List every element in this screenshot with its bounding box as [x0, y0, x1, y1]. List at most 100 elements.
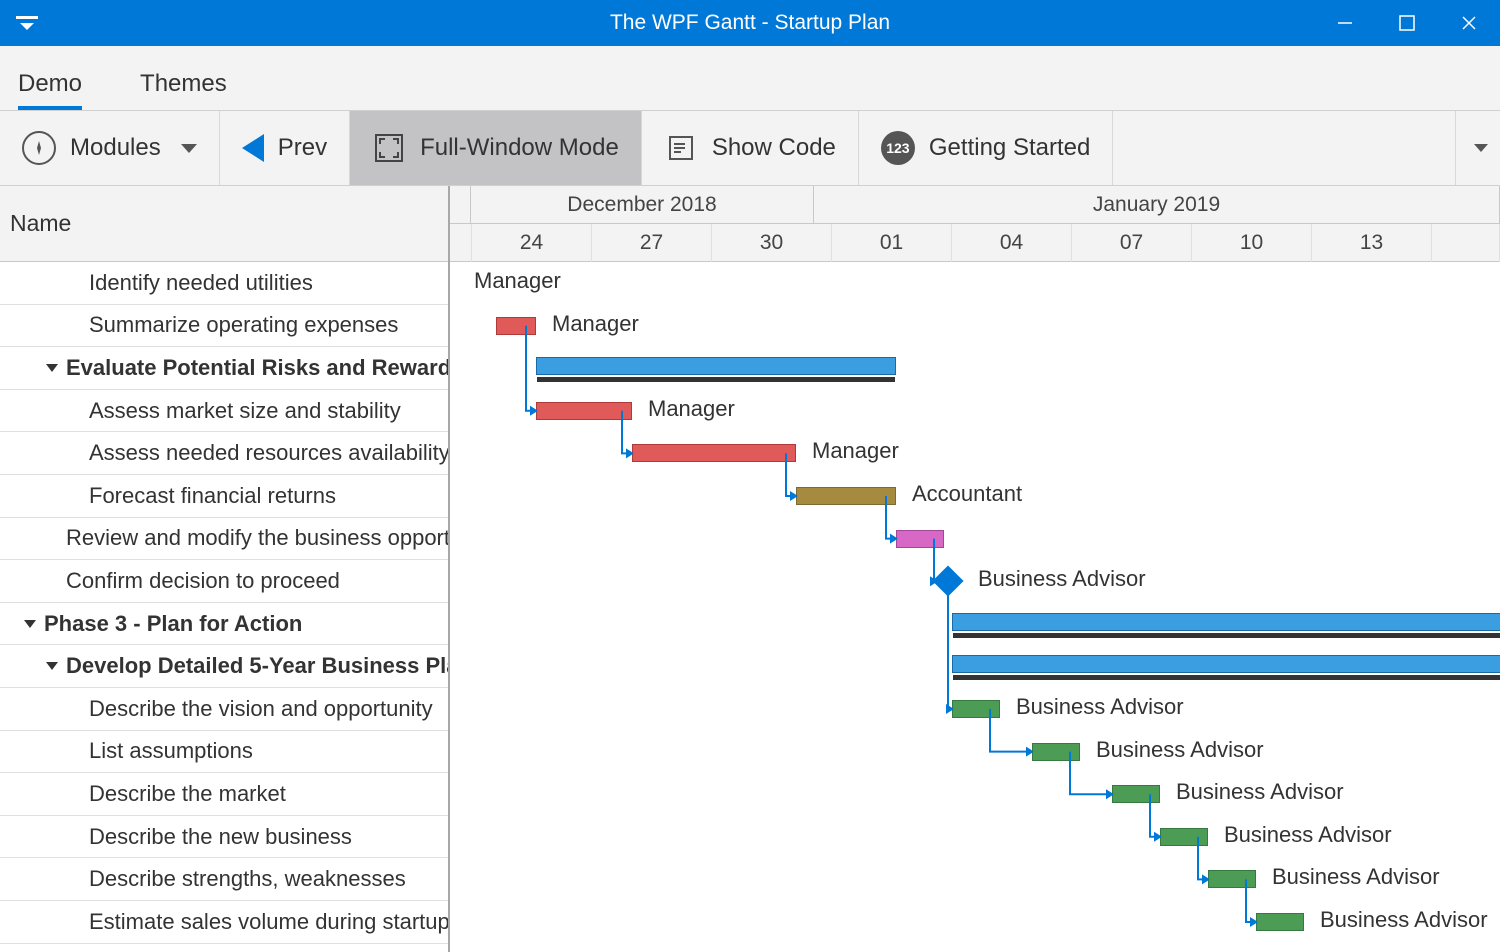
expand-icon[interactable]	[46, 364, 58, 372]
task-row[interactable]: Confirm decision to proceed	[0, 560, 448, 603]
task-name: Describe the new business	[89, 824, 352, 850]
timeline-day: 27	[592, 224, 712, 262]
gantt-bar[interactable]	[1256, 913, 1304, 931]
resource-label: Manager	[552, 311, 639, 337]
task-name: Assess market size and stability	[89, 398, 401, 424]
task-row[interactable]: Assess needed resources availability	[0, 432, 448, 475]
task-name: Forecast financial returns	[89, 483, 336, 509]
resource-label: Business Advisor	[1096, 737, 1264, 763]
task-name: Review and modify the business opportuni…	[66, 525, 448, 551]
gantt-chart[interactable]: December 2018January 2019 24273001040710…	[450, 186, 1500, 952]
gantt-row	[450, 645, 1500, 688]
fullscreen-icon	[372, 131, 406, 165]
resource-label: Business Advisor	[1176, 779, 1344, 805]
triangle-left-icon	[242, 134, 264, 162]
task-name: Summarize operating expenses	[89, 312, 398, 338]
timeline-day: 01	[832, 224, 952, 262]
summary-bar[interactable]	[952, 613, 1500, 631]
prev-label: Prev	[278, 134, 327, 162]
task-name: Phase 3 - Plan for Action	[44, 611, 302, 637]
gantt-row: Business Advisor	[450, 816, 1500, 859]
gantt-row: Business Advisor	[450, 773, 1500, 816]
task-row[interactable]: Estimate sales volume during startup	[0, 901, 448, 944]
gantt-bar[interactable]	[896, 530, 944, 548]
chevron-down-icon	[1474, 144, 1488, 152]
task-name: Evaluate Potential Risks and Rewards	[66, 355, 448, 381]
toolbar-overflow[interactable]	[1455, 111, 1500, 185]
close-button[interactable]	[1438, 0, 1500, 46]
tab-demo[interactable]: Demo	[18, 70, 82, 110]
grid-column-header[interactable]: Name	[0, 186, 448, 262]
getting-started-button[interactable]: 123 Getting Started	[859, 111, 1113, 185]
task-row[interactable]: Describe the vision and opportunity	[0, 688, 448, 731]
dropdown-icon	[16, 16, 38, 30]
gantt-row: Manager	[450, 432, 1500, 475]
task-row[interactable]: Evaluate Potential Risks and Rewards	[0, 347, 448, 390]
titlebar: The WPF Gantt - Startup Plan	[0, 0, 1500, 46]
gantt-row: Manager	[450, 390, 1500, 433]
compass-icon	[22, 131, 56, 165]
gantt-row	[450, 347, 1500, 390]
toolbar: Modules Prev Full-Window Mode Show Code …	[0, 111, 1500, 186]
resource-label: Business Advisor	[978, 566, 1146, 592]
gantt-bar[interactable]	[632, 444, 796, 462]
summary-bar[interactable]	[536, 357, 896, 375]
task-name: List assumptions	[89, 738, 253, 764]
task-row[interactable]: Assess market size and stability	[0, 390, 448, 433]
gantt-bar[interactable]	[952, 700, 1000, 718]
task-name: Develop Detailed 5-Year Business Plan	[66, 653, 448, 679]
task-row[interactable]: Summarize operating expenses	[0, 305, 448, 348]
gantt-bar[interactable]	[1032, 743, 1080, 761]
full-window-label: Full-Window Mode	[420, 134, 619, 162]
minimize-button[interactable]	[1314, 0, 1376, 46]
task-grid: Name Identify needed utilities Summarize …	[0, 186, 450, 952]
gantt-row: Manager	[450, 305, 1500, 348]
task-row[interactable]: Describe strengths, weaknesses	[0, 858, 448, 901]
modules-dropdown[interactable]: Modules	[0, 111, 220, 185]
gantt-row	[450, 603, 1500, 646]
gantt-bar[interactable]	[1208, 870, 1256, 888]
timeline-month: January 2019	[814, 186, 1500, 223]
getting-started-label: Getting Started	[929, 134, 1090, 162]
task-row[interactable]: Describe the market	[0, 773, 448, 816]
show-code-label: Show Code	[712, 134, 836, 162]
code-icon	[664, 131, 698, 165]
tab-themes[interactable]: Themes	[140, 70, 227, 110]
expand-icon[interactable]	[24, 620, 36, 628]
task-row[interactable]: Identify needed utilities	[0, 262, 448, 305]
chevron-down-icon	[181, 144, 197, 153]
gantt-bar[interactable]	[796, 487, 896, 505]
milestone[interactable]	[932, 566, 963, 597]
resource-label: Manager	[648, 396, 735, 422]
resource-label: Business Advisor	[1224, 822, 1392, 848]
resource-label: Manager	[812, 438, 899, 464]
show-code-button[interactable]: Show Code	[642, 111, 859, 185]
task-row[interactable]: Describe the new business	[0, 816, 448, 859]
gantt-bar[interactable]	[536, 402, 632, 420]
task-row[interactable]: Forecast financial returns	[0, 475, 448, 518]
task-row[interactable]: Review and modify the business opportuni…	[0, 518, 448, 561]
maximize-button[interactable]	[1376, 0, 1438, 46]
quick-access-dropdown[interactable]	[0, 0, 54, 46]
expand-icon[interactable]	[46, 662, 58, 670]
gantt-bar[interactable]	[496, 317, 536, 335]
gantt-bar[interactable]	[1112, 785, 1160, 803]
prev-button[interactable]: Prev	[220, 111, 350, 185]
task-row[interactable]: List assumptions	[0, 731, 448, 774]
task-name: Describe the vision and opportunity	[89, 696, 433, 722]
timeline-day: 10	[1192, 224, 1312, 262]
full-window-button[interactable]: Full-Window Mode	[350, 111, 642, 185]
timeline-day: 07	[1072, 224, 1192, 262]
task-row[interactable]: Phase 3 - Plan for Action	[0, 603, 448, 646]
task-row[interactable]: Develop Detailed 5-Year Business Plan	[0, 645, 448, 688]
summary-bar[interactable]	[952, 655, 1500, 673]
modules-label: Modules	[70, 134, 161, 162]
resource-label: Accountant	[912, 481, 1022, 507]
gantt-row: Manager	[450, 262, 1500, 305]
gantt-bar[interactable]	[1160, 828, 1208, 846]
timeline-day: 04	[952, 224, 1072, 262]
timeline-day: 30	[712, 224, 832, 262]
timeline-day: 13	[1312, 224, 1432, 262]
gantt-row: Accountant	[450, 475, 1500, 518]
numbers-icon: 123	[881, 131, 915, 165]
